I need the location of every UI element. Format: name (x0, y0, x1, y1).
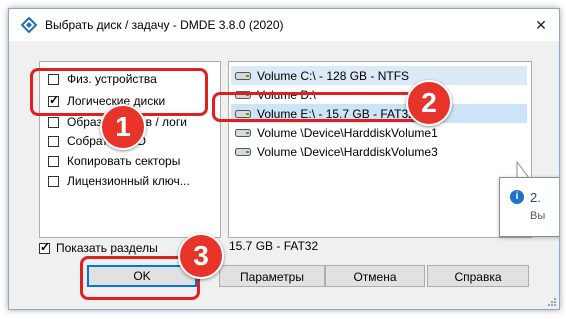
checkbox[interactable] (48, 175, 59, 187)
tooltip-title: 2. (530, 190, 541, 205)
volume-row[interactable]: Volume \Device\HarddiskVolume1 (231, 123, 527, 142)
resize-grip-icon[interactable] (547, 297, 557, 307)
option-copy-sectors[interactable]: Копировать секторы (48, 152, 180, 170)
show-partitions-label: Показать разделы (56, 241, 158, 255)
help-button[interactable]: Справка (427, 265, 529, 287)
volume-row[interactable]: Volume \Device\HarddiskVolume3 (231, 142, 527, 161)
tooltip-subtitle: Вы (530, 210, 546, 222)
step-2-badge: 2 (406, 80, 452, 126)
highlight-volume-e (212, 92, 438, 122)
disk-icon (235, 128, 251, 137)
step-3-badge: 3 (178, 233, 224, 279)
close-icon[interactable]: ✕ (533, 17, 549, 33)
parameters-button[interactable]: Параметры (219, 265, 325, 287)
disk-icon (235, 147, 251, 156)
volume-label: Volume C:\ - 128 GB - NTFS (257, 68, 410, 83)
dmde-app-icon (21, 17, 37, 33)
title-bar: Выбрать диск / задачу - DMDE 3.8.0 (2020… (9, 9, 559, 41)
show-partitions-checkbox[interactable]: Показать разделы (39, 240, 158, 255)
volume-row[interactable]: Volume C:\ - 128 GB - NTFS (231, 66, 527, 85)
option-label: Копировать секторы (67, 154, 181, 168)
option-license-key[interactable]: Лицензионный ключ... (48, 172, 190, 190)
cancel-button[interactable]: Отмена (325, 265, 425, 287)
checkbox[interactable] (48, 116, 59, 128)
tooltip-balloon: i 2. Вы (499, 177, 559, 237)
volume-list: Volume C:\ - 128 GB - NTFS Volume D:\ Vo… (228, 61, 532, 238)
window-title: Выбрать диск / задачу - DMDE 3.8.0 (2020… (45, 18, 284, 32)
checkbox-checked[interactable] (39, 240, 50, 254)
selected-volume-info: 15.7 GB - FAT32 (229, 239, 319, 253)
disk-icon (235, 71, 251, 80)
step-1-badge: 1 (100, 104, 146, 150)
volume-label: Volume \Device\HarddiskVolume1 (257, 125, 438, 140)
checkbox[interactable] (48, 135, 59, 147)
info-icon: i (510, 190, 524, 204)
checkbox[interactable] (48, 155, 59, 167)
option-label: Лицензионный ключ... (67, 174, 190, 188)
volume-label: Volume \Device\HarddiskVolume3 (257, 144, 438, 159)
